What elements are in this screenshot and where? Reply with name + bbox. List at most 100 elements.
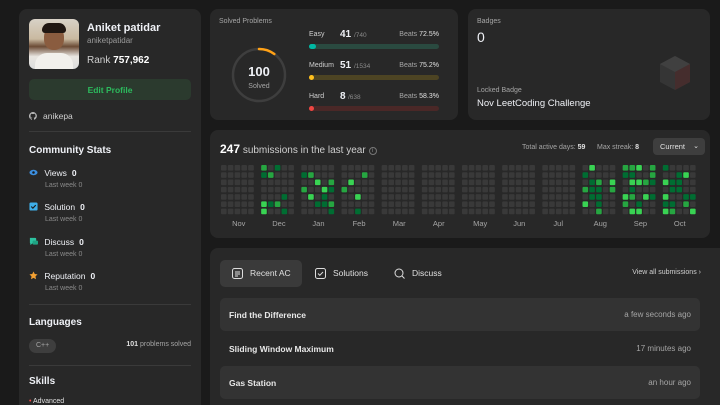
heatmap-cell[interactable] (475, 172, 482, 178)
heatmap-cell[interactable] (381, 179, 388, 186)
heatmap-cell[interactable] (355, 201, 361, 207)
heatmap-cell[interactable] (636, 165, 642, 171)
heatmap-cell[interactable] (221, 165, 227, 171)
heatmap-cell[interactable] (301, 194, 307, 200)
submission-row[interactable]: Find the Difference a few seconds ago (220, 298, 700, 331)
heatmap-cell[interactable] (261, 179, 267, 186)
heatmap-cell[interactable] (428, 201, 435, 207)
heatmap-cell[interactable] (602, 186, 609, 193)
heatmap-cell[interactable] (402, 201, 408, 207)
heatmap-cell[interactable] (227, 194, 234, 200)
heatmap-cell[interactable] (462, 186, 468, 193)
heatmap-cell[interactable] (643, 201, 649, 207)
heatmap-cell[interactable] (555, 201, 562, 207)
heatmap-cell[interactable] (388, 186, 395, 193)
heatmap-cell[interactable] (368, 172, 375, 178)
heatmap-cell[interactable] (562, 186, 569, 193)
heatmap-cell[interactable] (328, 208, 335, 215)
heatmap-cell[interactable] (690, 208, 696, 215)
heatmap-cell[interactable] (508, 208, 515, 215)
heatmap-cell[interactable] (388, 208, 395, 215)
heatmap-cell[interactable] (355, 165, 361, 171)
heatmap-cell[interactable] (442, 194, 448, 200)
heatmap-cell[interactable] (381, 201, 388, 207)
heatmap-cell[interactable] (609, 179, 616, 186)
heatmap-cell[interactable] (348, 179, 354, 186)
heatmap-cell[interactable] (596, 201, 602, 207)
heatmap-cell[interactable] (529, 186, 535, 193)
heatmap-cell[interactable] (449, 201, 455, 207)
heatmap-cell[interactable] (355, 172, 361, 178)
heatmap-cell[interactable] (555, 186, 562, 193)
heatmap-cell[interactable] (683, 201, 689, 207)
heatmap-cell[interactable] (562, 201, 569, 207)
heatmap-cell[interactable] (676, 172, 683, 178)
heatmap-cell[interactable] (649, 201, 656, 207)
problem-title[interactable]: Gas Station (229, 378, 276, 388)
heatmap-cell[interactable] (348, 208, 354, 215)
heatmap-cell[interactable] (267, 179, 274, 186)
heatmap-cell[interactable] (428, 172, 435, 178)
heatmap-cell[interactable] (442, 172, 448, 178)
heatmap-cell[interactable] (308, 172, 314, 178)
heatmap-cell[interactable] (449, 186, 455, 193)
heatmap-cell[interactable] (643, 194, 649, 200)
heatmap-cell[interactable] (421, 194, 428, 200)
heatmap-cell[interactable] (602, 172, 609, 178)
edit-profile-button[interactable]: Edit Profile (29, 79, 191, 100)
heatmap-cell[interactable] (442, 208, 448, 215)
view-all-submissions-link[interactable]: View all submissions › (632, 269, 701, 276)
heatmap-cell[interactable] (482, 186, 488, 193)
heatmap-cell[interactable] (281, 194, 288, 200)
heatmap-cell[interactable] (475, 179, 482, 186)
heatmap-cell[interactable] (395, 186, 401, 193)
heatmap-cell[interactable] (676, 165, 683, 171)
heatmap-cell[interactable] (462, 165, 468, 171)
heatmap-cell[interactable] (388, 172, 395, 178)
heatmap-cell[interactable] (468, 208, 475, 215)
heatmap-cell[interactable] (234, 179, 241, 186)
heatmap-cell[interactable] (649, 165, 656, 171)
heatmap-cell[interactable] (669, 172, 676, 178)
heatmap-cell[interactable] (234, 186, 241, 193)
heatmap-cell[interactable] (569, 172, 576, 178)
heatmap-cell[interactable] (321, 179, 328, 186)
heatmap-cell[interactable] (449, 194, 455, 200)
heatmap-cell[interactable] (609, 172, 616, 178)
heatmap-cell[interactable] (562, 208, 569, 215)
heatmap-cell[interactable] (355, 179, 361, 186)
heatmap-cell[interactable] (368, 179, 375, 186)
heatmap-cell[interactable] (341, 186, 348, 193)
heatmap-cell[interactable] (622, 194, 629, 200)
heatmap-cell[interactable] (462, 201, 468, 207)
heatmap-cell[interactable] (395, 208, 401, 215)
heatmap-cell[interactable] (643, 208, 649, 215)
heatmap-cell[interactable] (669, 194, 676, 200)
heatmap-cell[interactable] (569, 208, 576, 215)
heatmap-cell[interactable] (549, 165, 555, 171)
heatmap-cell[interactable] (622, 201, 629, 207)
heatmap-cell[interactable] (529, 179, 535, 186)
heatmap-cell[interactable] (388, 165, 395, 171)
heatmap-cell[interactable] (328, 172, 335, 178)
heatmap-cell[interactable] (234, 208, 241, 215)
heatmap-cell[interactable] (649, 172, 656, 178)
heatmap-cell[interactable] (267, 165, 274, 171)
heatmap-cell[interactable] (267, 186, 274, 193)
heatmap-cell[interactable] (288, 179, 294, 186)
heatmap-cell[interactable] (468, 179, 475, 186)
heatmap-cell[interactable] (261, 194, 267, 200)
heatmap-cell[interactable] (301, 179, 307, 186)
heatmap-cell[interactable] (402, 165, 408, 171)
heatmap-cell[interactable] (274, 208, 281, 215)
heatmap-cell[interactable] (582, 172, 589, 178)
heatmap-cell[interactable] (529, 194, 535, 200)
heatmap-cell[interactable] (227, 201, 234, 207)
heatmap-cell[interactable] (562, 172, 569, 178)
heatmap-cell[interactable] (662, 172, 669, 178)
heatmap-cell[interactable] (227, 172, 234, 178)
heatmap-cell[interactable] (622, 165, 629, 171)
heatmap-cell[interactable] (636, 201, 642, 207)
heatmap-cell[interactable] (234, 165, 241, 171)
heatmap-cell[interactable] (609, 201, 616, 207)
